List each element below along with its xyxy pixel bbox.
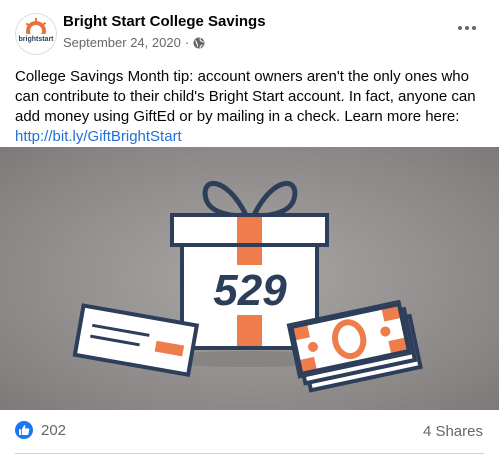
logo-text: brightstart xyxy=(19,36,55,43)
post-image[interactable]: 529 xyxy=(0,147,499,410)
post-date[interactable]: September 24, 2020 xyxy=(63,35,181,50)
more-options-icon[interactable] xyxy=(453,18,481,38)
post-body-text: College Savings Month tip: account owner… xyxy=(15,68,476,125)
shares-count[interactable]: 4 Shares xyxy=(423,423,483,440)
reaction-count: 202 xyxy=(41,421,67,439)
bright-start-logo: brightstart xyxy=(19,18,55,46)
gift-illustration: 529 xyxy=(72,181,423,393)
like-icon xyxy=(15,421,33,439)
facebook-post: brightstart Bright Start College Savings… xyxy=(0,0,499,458)
reactions-summary[interactable]: 202 xyxy=(15,421,66,439)
meta-separator: · xyxy=(184,35,190,50)
page-avatar[interactable]: brightstart xyxy=(15,13,57,55)
post-link[interactable]: http://bit.ly/GiftBrightStart xyxy=(15,128,182,145)
footer-divider xyxy=(15,453,484,454)
gift-label: 529 xyxy=(213,266,287,315)
page-name-link[interactable]: Bright Start College Savings xyxy=(63,13,266,30)
post-meta: September 24, 2020 · xyxy=(63,35,205,50)
globe-icon xyxy=(193,37,205,49)
post-text: College Savings Month tip: account owner… xyxy=(15,67,485,147)
